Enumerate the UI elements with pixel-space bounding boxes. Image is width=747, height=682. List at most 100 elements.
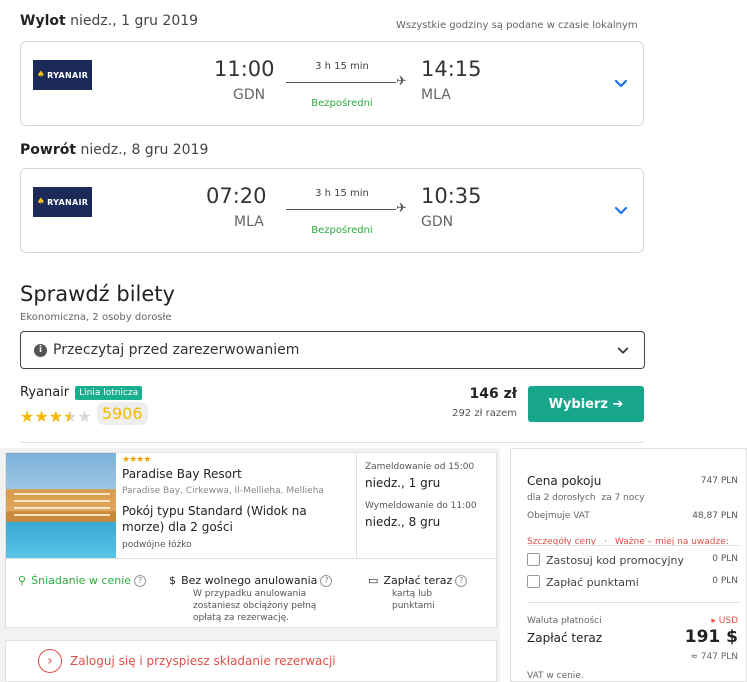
- arrow-right-icon: ➔: [612, 396, 624, 412]
- review-count: 5906: [96, 402, 148, 425]
- breakfast-label: Śniadanie w cenie: [31, 574, 132, 587]
- tickets-title: Sprawdź bilety: [20, 282, 175, 306]
- arrive-airport: MLA: [421, 87, 451, 103]
- arrive-time: 10:35: [421, 184, 482, 208]
- ryanair-logo: ♠ RYANAIR: [33, 60, 92, 90]
- depart-time: 07:20: [206, 184, 267, 208]
- help-icon[interactable]: ?: [455, 575, 468, 587]
- pay-now-label: Zapłać teraz: [527, 631, 603, 645]
- arrive-airport: GDN: [421, 214, 454, 230]
- chevron-down-icon[interactable]: [613, 76, 629, 92]
- hotel-address: Paradise Bay, Cirkewwa, Il-Mellieha, Mel…: [122, 486, 324, 496]
- breakfast-icon: ⚲: [18, 574, 27, 587]
- feature-breakfast: ⚲ Śniadanie w cenie?: [18, 569, 147, 588]
- provider-name: Ryanair: [20, 385, 70, 400]
- flight-line: [286, 209, 396, 210]
- hotel-name[interactable]: Paradise Bay Resort: [122, 467, 242, 481]
- booking-notice-label: Przeczytaj przed zarezerwowaniem: [53, 342, 300, 358]
- login-prompt[interactable]: › Zaloguj się i przyspiesz składanie rez…: [5, 640, 497, 682]
- pay-now-approx: ≈ 747 PLN: [690, 652, 738, 662]
- points-label: Zapłać punktami: [546, 576, 639, 589]
- chevron-down-icon: [617, 347, 629, 354]
- return-date: niedz., 8 gru 2019: [80, 142, 209, 158]
- star-icon: ★: [20, 407, 35, 426]
- star-icon: ★: [48, 407, 64, 426]
- outbound-date: niedz., 1 gru 2019: [70, 13, 199, 29]
- price-guests-nights: dla 2 dorosłych za 7 nocy: [527, 493, 645, 503]
- booking-notice-dropdown[interactable]: i Przeczytaj przed zarezerwowaniem: [20, 331, 645, 369]
- checkout-value: niedz., 8 gru: [365, 515, 441, 529]
- harp-icon: ♠: [36, 197, 46, 207]
- wallet-icon: ▭: [368, 574, 379, 587]
- hotel-panel: ★★★★ Paradise Bay Resort Paradise Bay, C…: [0, 448, 500, 682]
- chevron-down-icon[interactable]: [613, 203, 629, 219]
- cancel-text: W przypadku anulowania zostaniesz obciąż…: [193, 589, 317, 623]
- price-guests: dla 2 dorosłych: [527, 493, 596, 503]
- harp-icon: ♠: [36, 70, 46, 80]
- promo-code-option[interactable]: Zastosuj kod promocyjny: [527, 553, 684, 567]
- timezone-note: Wszystkie godziny są podane w czasie lok…: [396, 20, 638, 31]
- promo-value: 0 PLN: [712, 554, 738, 564]
- promo-checkbox[interactable]: [527, 553, 540, 566]
- currency-value: USD: [718, 616, 738, 626]
- checkin-value: niedz., 1 gru: [365, 476, 441, 490]
- arrive-time: 14:15: [421, 57, 482, 81]
- chevron-right-icon: ›: [38, 649, 62, 673]
- star-icon: ★: [34, 407, 49, 426]
- price-divider: [527, 545, 739, 546]
- flight-stops: Bezpośredni: [311, 225, 373, 236]
- hotel-divider: [6, 558, 496, 559]
- price-summary-panel: Cena pokoju 747 PLN dla 2 dorosłych za 7…: [510, 448, 747, 682]
- vat-included-note: VAT w cenie.: [527, 671, 584, 681]
- help-icon[interactable]: ?: [134, 575, 147, 587]
- ryanair-logo: ♠ RYANAIR: [33, 187, 92, 217]
- feature-payment: ▭ Zapłać teraz? kartą lub punktami: [368, 569, 493, 612]
- checkin-label: Zameldowanie od 15:00: [365, 462, 475, 472]
- no-refund-icon: $: [169, 574, 176, 587]
- vat-label: Obejmuje VAT: [527, 511, 590, 521]
- provider-row: Ryanair Linia lotnicza: [20, 385, 143, 400]
- feature-cancellation: $ Bez wolnego anulowania? W przypadku an…: [169, 569, 349, 624]
- outbound-flight-card[interactable]: ♠ RYANAIR 11:00 GDN 3 h 15 min ✈ Bezpośre…: [20, 41, 644, 126]
- promo-label: Zastosuj kod promocyjny: [546, 554, 685, 567]
- price-nights: za 7 nocy: [601, 493, 645, 503]
- login-link[interactable]: Zaloguj się i przyspiesz składanie rezer…: [70, 654, 336, 668]
- airplane-icon: ✈: [396, 201, 407, 216]
- hotel-card: ★★★★ Paradise Bay Resort Paradise Bay, C…: [5, 452, 497, 628]
- depart-airport: GDN: [233, 87, 266, 103]
- ticket-price: 146 zł: [469, 386, 517, 402]
- room-price-value: 747 PLN: [700, 476, 738, 486]
- bed-type: podwójne łóżko: [122, 540, 192, 550]
- star-icon: ★: [77, 407, 92, 426]
- info-icon: i: [34, 343, 47, 357]
- select-ticket-button[interactable]: Wybierz ➔: [528, 386, 644, 422]
- currency-label: Waluta płatności: [527, 616, 602, 626]
- points-value: 0 PLN: [712, 576, 738, 586]
- depart-airport: MLA: [234, 214, 264, 230]
- flight-stops: Bezpośredni: [311, 98, 373, 109]
- checkout-label: Wymeldowanie do 11:00: [365, 501, 477, 511]
- pay-now-value: 191 $: [684, 627, 738, 647]
- return-flight-card[interactable]: ♠ RYANAIR 07:20 MLA 3 h 15 min ✈ Bezpośre…: [20, 168, 644, 253]
- column-divider: [356, 453, 357, 558]
- room-price-title: Cena pokoju: [527, 474, 602, 488]
- return-header: Powrót niedz., 8 gru 2019: [20, 142, 208, 158]
- points-checkbox[interactable]: [527, 575, 540, 588]
- pay-with-points-option[interactable]: Zapłać punktami: [527, 575, 639, 589]
- room-type: Pokój typu Standard (Widok na morze) dla…: [122, 504, 307, 534]
- help-icon[interactable]: ?: [320, 575, 333, 587]
- outbound-header: Wylot niedz., 1 gru 2019: [20, 13, 198, 29]
- flight-duration: 3 h 15 min: [315, 188, 369, 199]
- airplane-icon: ✈: [396, 74, 407, 89]
- pay-text: kartą lub punktami: [392, 589, 435, 611]
- price-divider: [527, 602, 739, 603]
- hotel-stars: ★★★★: [122, 455, 151, 465]
- depart-time: 11:00: [214, 57, 275, 81]
- return-label: Powrót: [20, 142, 77, 158]
- pay-title: Zapłać teraz: [383, 574, 453, 587]
- provider-badge: Linia lotnicza: [75, 385, 143, 400]
- hotel-photo: [6, 453, 116, 558]
- ticket-price-total: 292 zł razem: [452, 408, 517, 419]
- currency-selector[interactable]: ▸ USD: [711, 616, 738, 626]
- vat-value: 48,87 PLN: [692, 511, 738, 521]
